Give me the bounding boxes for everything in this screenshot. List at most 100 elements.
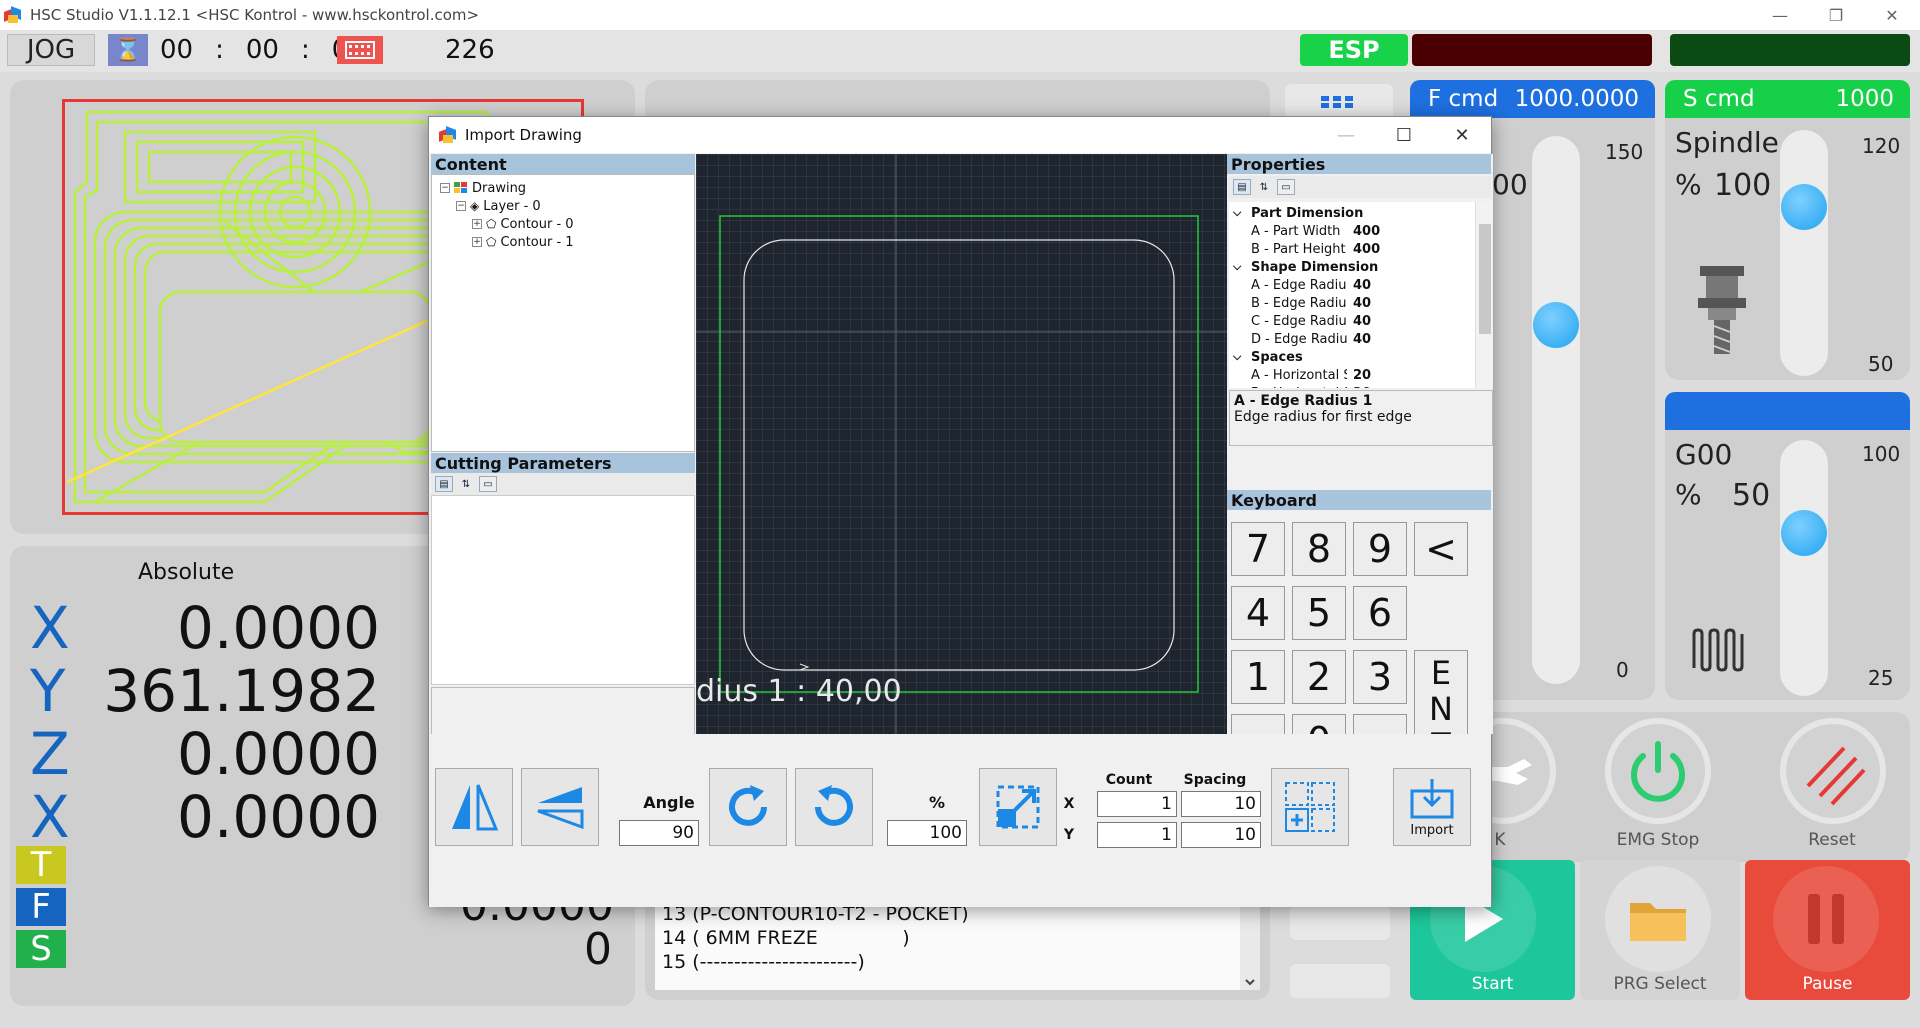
chevron-down-icon[interactable]: ⌵ (1233, 350, 1241, 364)
aux-button-2[interactable] (1290, 964, 1390, 998)
rapid-header (1665, 392, 1910, 430)
count-y-input[interactable]: 1 (1097, 822, 1177, 848)
collapse-icon[interactable]: − (440, 183, 450, 193)
mode-indicator[interactable]: JOG (7, 34, 95, 66)
pause-label: Pause (1802, 974, 1853, 994)
axis-row-x: X 0.0000 (30, 594, 380, 662)
rotate-cw-button[interactable] (709, 768, 787, 846)
tree-node-layer[interactable]: − ◈ Layer - 0 (440, 197, 574, 215)
dialog-minimize-button[interactable]: — (1317, 117, 1375, 153)
dialog-app-icon (439, 126, 457, 144)
rapid-override-slider[interactable] (1780, 440, 1828, 696)
dialog-title-bar: Import Drawing — ☐ ✕ (429, 117, 1491, 153)
fit-scale-button[interactable] (979, 768, 1057, 846)
tool-indicator[interactable]: T (16, 845, 66, 885)
feed-indicator[interactable]: F (16, 887, 66, 927)
dimension-label: dius 1 : 40,00 (696, 674, 902, 709)
cutting-params-grid[interactable] (431, 495, 695, 685)
sort-az-icon[interactable]: ⇅ (457, 476, 475, 492)
maximize-button[interactable]: ❐ (1808, 0, 1864, 30)
angle-input[interactable]: 90 (619, 820, 699, 846)
aux-button[interactable] (1290, 906, 1390, 940)
spindle-cmd-label: S cmd (1683, 86, 1755, 112)
key-7[interactable]: 7 (1231, 522, 1285, 576)
categorized-icon[interactable]: ▤ (435, 476, 453, 492)
axis-letter: X (30, 594, 70, 662)
spindle-override-slider[interactable] (1780, 130, 1828, 376)
prop-row[interactable]: B - Horizontal Space20 (1229, 384, 1473, 389)
prop-row[interactable]: A - Horizontal Space20 (1229, 366, 1473, 384)
count-x-input[interactable]: 1 (1097, 791, 1177, 817)
esp-indicator[interactable]: ESP (1300, 34, 1408, 66)
feed-override-slider[interactable] (1532, 136, 1580, 684)
transform-toolbar: Angle 90 % 100 Count Spacing X Y 1 10 1 … (429, 734, 1491, 907)
film-icon[interactable] (337, 36, 383, 64)
sort-az-icon[interactable]: ⇅ (1255, 179, 1273, 195)
prop-category[interactable]: ⌵ Shape Dimension (1229, 258, 1473, 276)
key-6[interactable]: 6 (1353, 586, 1407, 640)
reset-button[interactable] (1780, 718, 1886, 824)
prop-category[interactable]: ⌵ Part Dimension (1229, 204, 1473, 222)
categorized-icon[interactable]: ▤ (1233, 179, 1251, 195)
key-1[interactable]: 1 (1231, 650, 1285, 704)
folder-icon (1605, 866, 1711, 972)
key-backspace[interactable]: < (1414, 522, 1468, 576)
expand-icon[interactable]: + (472, 237, 482, 247)
axis-letter: X (30, 783, 70, 851)
prop-category[interactable]: ⌵ Spaces (1229, 348, 1473, 366)
axis-letter: Z (30, 720, 70, 788)
dialog-maximize-button[interactable]: ☐ (1375, 117, 1433, 153)
collapse-icon[interactable]: − (456, 201, 466, 211)
key-5[interactable]: 5 (1292, 586, 1346, 640)
mirror-vertical-button[interactable] (521, 768, 599, 846)
array-copy-button[interactable] (1271, 768, 1349, 846)
rotate-ccw-button[interactable] (795, 768, 873, 846)
chevron-down-icon[interactable]: ⌵ (1233, 260, 1241, 274)
drawing-canvas[interactable]: dius 1 : 40,00 (696, 154, 1227, 734)
import-button[interactable]: Import (1393, 768, 1471, 846)
prg-select-button[interactable]: PRG Select (1580, 860, 1740, 1000)
rapid-slider-knob[interactable] (1781, 510, 1827, 556)
prop-row[interactable]: D - Edge Radius 440 (1229, 330, 1473, 348)
pause-button[interactable]: Pause (1745, 860, 1910, 1000)
spindle-slider-knob[interactable] (1781, 184, 1827, 230)
dialog-close-button[interactable]: ✕ (1433, 117, 1491, 153)
emg-stop-button[interactable] (1605, 718, 1711, 824)
content-tree[interactable]: − Drawing − ◈ Layer - 0 + ⬠ Contour - 0 … (431, 174, 695, 452)
tree-node-contour-0[interactable]: + ⬠ Contour - 0 (440, 215, 574, 233)
spindle-tool-icon (1694, 266, 1750, 360)
scroll-thumb[interactable] (1479, 224, 1491, 334)
keyboard-header: Keyboard (1227, 490, 1491, 510)
minimize-button[interactable]: — (1752, 0, 1808, 30)
axis-value: 361.1982 (103, 657, 380, 725)
key-2[interactable]: 2 (1292, 650, 1346, 704)
prop-row[interactable]: C - Edge Radius 340 (1229, 312, 1473, 330)
scale-input[interactable]: 100 (887, 820, 967, 846)
prop-row[interactable]: A - Part Width 400 (1229, 222, 1473, 240)
expand-icon[interactable]: + (472, 219, 482, 229)
tree-node-drawing[interactable]: − Drawing (440, 179, 574, 197)
grid-menu-button[interactable] (1285, 84, 1393, 120)
program-line: 14 ( 6MM FREZE ) (662, 927, 910, 949)
prop-row[interactable]: A - Edge Radius 140 (1229, 276, 1473, 294)
key-8[interactable]: 8 (1292, 522, 1346, 576)
prop-row[interactable]: B - Part Height 400 (1229, 240, 1473, 258)
key-4[interactable]: 4 (1231, 586, 1285, 640)
spindle-indicator[interactable]: S (16, 929, 66, 969)
properties-grid[interactable]: ⌵ Part Dimension A - Part Width 400 B - Pa… (1229, 202, 1493, 388)
close-button[interactable]: ✕ (1864, 0, 1920, 30)
properties-scrollbar[interactable] (1475, 202, 1493, 388)
spacing-y-input[interactable]: 10 (1181, 822, 1261, 848)
key-9[interactable]: 9 (1353, 522, 1407, 576)
mirror-horizontal-button[interactable] (435, 768, 513, 846)
feed-slider-knob[interactable] (1533, 302, 1579, 348)
import-label: Import (1410, 822, 1454, 838)
tree-node-contour-1[interactable]: + ⬠ Contour - 1 (440, 233, 574, 251)
property-pages-icon[interactable]: ▭ (479, 476, 497, 492)
spacing-x-input[interactable]: 10 (1181, 791, 1261, 817)
key-3[interactable]: 3 (1353, 650, 1407, 704)
prop-row[interactable]: B - Edge Radius 240 (1229, 294, 1473, 312)
property-pages-icon[interactable]: ▭ (1277, 179, 1295, 195)
axis-value: 0.0000 (177, 720, 380, 788)
chevron-down-icon[interactable]: ⌵ (1233, 206, 1241, 220)
